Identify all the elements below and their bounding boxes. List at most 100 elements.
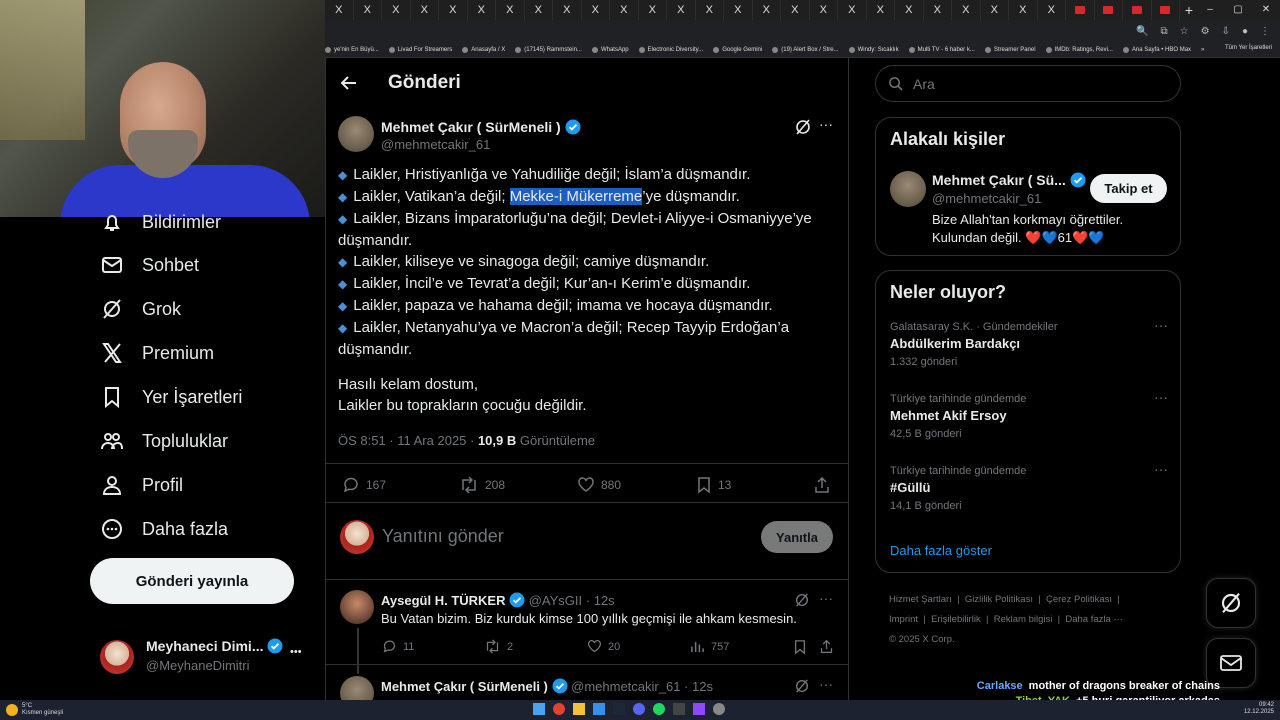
footer-link[interactable]: Hizmet Şartları: [889, 594, 952, 605]
browser-tab[interactable]: [1095, 0, 1123, 20]
footer-link[interactable]: Imprint: [889, 614, 918, 625]
browser-tab[interactable]: X: [753, 0, 781, 20]
app-icon[interactable]: [713, 703, 725, 715]
browser-tab[interactable]: X: [952, 0, 981, 20]
tab-close-icon[interactable]: X: [934, 4, 941, 16]
browser-tab[interactable]: X: [610, 0, 639, 20]
tab-close-icon[interactable]: X: [620, 4, 627, 16]
tab-close-icon[interactable]: X: [791, 4, 798, 16]
reply-more-icon[interactable]: ···: [819, 590, 833, 606]
account-more-icon[interactable]: •••: [290, 646, 302, 658]
bookmark-item[interactable]: Ana Sayfa • HBO Max: [1122, 46, 1191, 53]
reply-submit-button[interactable]: Yanıtla: [761, 521, 833, 553]
grok-icon[interactable]: [794, 118, 812, 136]
post-button[interactable]: Gönderi yayınla: [90, 558, 294, 604]
nav-item-grok[interactable]: Grok: [100, 297, 181, 321]
share-icon[interactable]: ⧉: [1160, 26, 1167, 37]
browser-tab[interactable]: X: [981, 0, 1009, 20]
footer-link[interactable]: Erişilebilirlik: [931, 614, 981, 625]
reply-handle[interactable]: @AYsGII: [529, 593, 582, 608]
bookmark-item[interactable]: WhatsApp: [591, 46, 629, 53]
grok-icon[interactable]: [794, 678, 810, 694]
tab-close-icon[interactable]: X: [706, 4, 713, 16]
trend-item[interactable]: Türkiye tarihinde gündemde Mehmet Akif Er…: [890, 393, 1170, 440]
nav-item-daha-fazla[interactable]: Daha fazla: [100, 517, 228, 541]
extensions-icon[interactable]: ⚙: [1201, 26, 1210, 37]
footer-link[interactable]: Reklam bilgisi: [994, 614, 1053, 625]
browser-tab[interactable]: X: [724, 0, 753, 20]
all-bookmarks-button[interactable]: Tüm Yer İşaretleri: [1225, 45, 1272, 51]
reply-action[interactable]: 167: [342, 476, 386, 494]
app-icon[interactable]: [593, 703, 605, 715]
related-avatar[interactable]: [890, 171, 926, 207]
tab-close-icon[interactable]: X: [848, 4, 855, 16]
trend-item[interactable]: Türkiye tarihinde gündemde #Güllü 14,1 B g…: [890, 465, 1170, 512]
trend-item[interactable]: Galatasaray S.K. · Gündemdekiler Abdülker…: [890, 321, 1170, 368]
tab-close-icon[interactable]: X: [563, 4, 570, 16]
bookmark-item[interactable]: Streamer Panel: [984, 46, 1036, 53]
minimize-button[interactable]: –: [1196, 0, 1224, 20]
author-name[interactable]: Mehmet Çakır ( SürMeneli ): [381, 119, 581, 135]
retweet-action[interactable]: 208: [459, 476, 505, 494]
share-action[interactable]: [813, 476, 831, 494]
tab-close-icon[interactable]: X: [820, 4, 827, 16]
reply-more-icon[interactable]: ···: [819, 676, 833, 692]
browser-tab[interactable]: X: [354, 0, 382, 20]
grok-icon[interactable]: [794, 592, 810, 608]
tab-close-icon[interactable]: X: [877, 4, 884, 16]
reply-bookmark-icon[interactable]: [793, 639, 807, 655]
tab-close-icon[interactable]: X: [478, 4, 485, 16]
tab-close-icon[interactable]: X: [649, 4, 656, 16]
nav-item-topluluklar[interactable]: Topluluklar: [100, 429, 228, 453]
profile-icon[interactable]: ●: [1242, 26, 1248, 37]
grok-float-button[interactable]: [1206, 578, 1256, 628]
back-arrow-icon[interactable]: [340, 74, 358, 92]
bookmark-item[interactable]: Multi TV - 6 haber k...: [908, 46, 975, 53]
nav-item-profil[interactable]: Profil: [100, 473, 183, 497]
bookmark-item[interactable]: (17145) Rammstein...: [515, 46, 582, 53]
author-avatar[interactable]: [338, 116, 374, 152]
discord-icon[interactable]: [633, 703, 645, 715]
account-switcher[interactable]: Meyhaneci Dimi... @MeyhaneDimitri •••: [100, 636, 320, 676]
browser-tab[interactable]: X: [525, 0, 553, 20]
tab-close-icon[interactable]: X: [991, 4, 998, 16]
browser-tab[interactable]: [1066, 0, 1095, 20]
nav-item-yer-i-aretleri[interactable]: Yer İşaretleri: [100, 385, 242, 409]
browser-tab[interactable]: X: [639, 0, 667, 20]
bookmark-item[interactable]: Electronic Diversity...: [638, 46, 703, 53]
bookmark-item[interactable]: Google Gemini: [713, 46, 762, 53]
tweet-more-icon[interactable]: ···: [819, 116, 833, 132]
browser-tab[interactable]: X: [867, 0, 895, 20]
tab-close-icon[interactable]: X: [364, 4, 371, 16]
bookmark-item[interactable]: IMDb: Ratings, Revi...: [1045, 46, 1113, 53]
browser-tab[interactable]: X: [468, 0, 496, 20]
close-window-button[interactable]: ✕: [1252, 0, 1280, 20]
browser-tab[interactable]: X: [411, 0, 439, 20]
browser-tab[interactable]: X: [924, 0, 952, 20]
bookmark-action[interactable]: 13: [696, 476, 731, 494]
bookmark-item[interactable]: Windy: Sıcaklık: [848, 46, 899, 53]
reply-time[interactable]: · 12s: [684, 679, 713, 694]
nav-item-sohbet[interactable]: Sohbet: [100, 253, 199, 277]
download-icon[interactable]: ⇩: [1222, 26, 1230, 37]
tab-close-icon[interactable]: X: [506, 4, 513, 16]
steam-icon[interactable]: [613, 703, 625, 715]
browser-tab[interactable]: X: [382, 0, 411, 20]
follow-button[interactable]: Takip et: [1090, 174, 1167, 203]
bookmark-item[interactable]: (19) Alert Box / Stre...: [772, 46, 839, 53]
trend-more-icon[interactable]: ···: [1154, 461, 1168, 477]
browser-tab[interactable]: X: [1038, 0, 1066, 20]
reply-avatar[interactable]: [340, 590, 374, 624]
tab-close-icon[interactable]: X: [1048, 4, 1055, 16]
show-more-link[interactable]: Daha fazla göster: [890, 543, 992, 558]
reply-input[interactable]: Yanıtını gönder: [382, 526, 504, 547]
weather-widget[interactable]: 5°C Kısmen güneşli: [0, 703, 63, 717]
reply-time[interactable]: · 12s: [586, 593, 615, 608]
browser-tab[interactable]: X: [667, 0, 696, 20]
reply-reply-action[interactable]: 11: [382, 639, 414, 654]
bookmark-item[interactable]: Livad For Streamers: [388, 46, 452, 53]
browser-tab[interactable]: [1123, 0, 1152, 20]
browser-tab[interactable]: X: [696, 0, 724, 20]
tab-close-icon[interactable]: X: [734, 4, 741, 16]
tab-close-icon[interactable]: X: [592, 4, 599, 16]
